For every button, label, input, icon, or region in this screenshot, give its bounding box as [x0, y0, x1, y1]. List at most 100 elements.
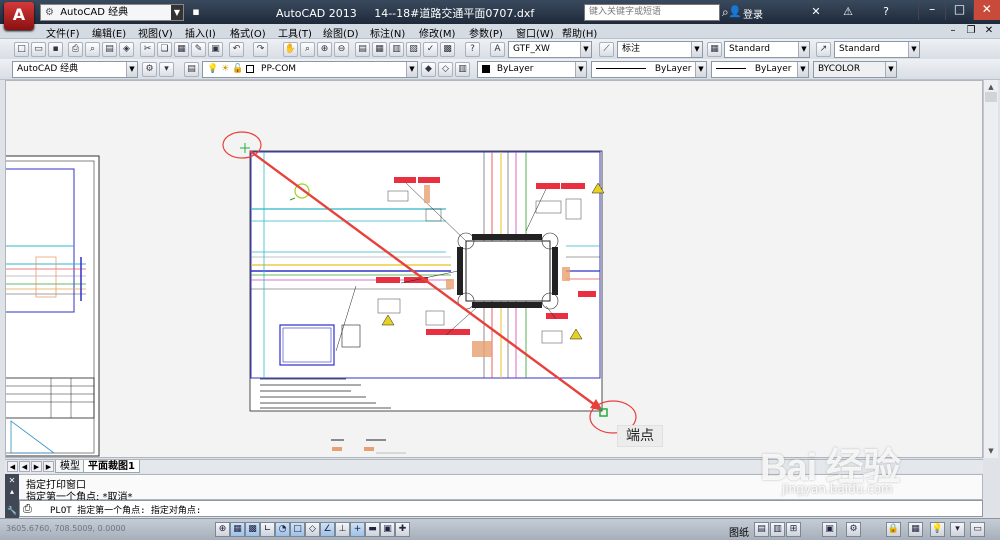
transparency-icon[interactable]: ▣: [380, 522, 395, 537]
zoom-previous-icon[interactable]: ⊖: [334, 42, 349, 57]
tab-model[interactable]: 模型: [55, 460, 85, 473]
layer-properties-icon[interactable]: ▤: [184, 62, 199, 77]
annotation-scale-icon[interactable]: ⊞: [786, 522, 801, 537]
zoom-window-icon[interactable]: ⊕: [317, 42, 332, 57]
menu-format[interactable]: 格式(O): [230, 25, 266, 40]
menu-edit[interactable]: 编辑(E): [92, 25, 126, 40]
command-line-input[interactable]: ⎙ PLOT 指定第一个角点: 指定对角点:: [19, 500, 983, 517]
open-icon[interactable]: ▭: [31, 42, 46, 57]
close-icon[interactable]: ✕: [5, 476, 19, 485]
menu-file[interactable]: 文件(F): [46, 25, 80, 40]
zoom-realtime-icon[interactable]: ⌕: [300, 42, 315, 57]
scroll-thumb[interactable]: [985, 92, 997, 102]
layer-dropdown[interactable]: 💡 ☀ 🔓 PP-COM ▼: [202, 61, 418, 78]
menu-insert[interactable]: 插入(I): [185, 25, 216, 40]
paste-icon[interactable]: ▦: [174, 42, 189, 57]
markup-icon[interactable]: ✓: [423, 42, 438, 57]
maximize-icon[interactable]: □: [945, 0, 972, 20]
new-icon[interactable]: □: [14, 42, 29, 57]
polar-tracking-icon[interactable]: ◔: [275, 522, 290, 537]
redo-icon[interactable]: ↷: [253, 42, 268, 57]
minimize-icon[interactable]: –: [918, 0, 945, 20]
lineweight-toggle-icon[interactable]: ▬: [365, 522, 380, 537]
autodesk-360-icon[interactable]: ⚠: [840, 5, 856, 19]
text-style-icon[interactable]: A: [490, 42, 505, 57]
3d-dwf-icon[interactable]: ◈: [119, 42, 134, 57]
menu-dimension[interactable]: 标注(N): [370, 25, 405, 40]
plot-icon[interactable]: ⎙: [68, 42, 83, 57]
ducs-icon[interactable]: ⊥: [335, 522, 350, 537]
search-input[interactable]: 键入关键字或短语: [584, 4, 720, 21]
first-tab-icon[interactable]: ◀: [7, 461, 18, 472]
snap-mode-icon[interactable]: ▦: [230, 522, 245, 537]
workspace-dropdown[interactable]: ⚙ AutoCAD 经典 ▼: [40, 4, 184, 21]
close-icon[interactable]: ✕: [972, 0, 1000, 20]
tool-palettes-icon[interactable]: ▥: [389, 42, 404, 57]
design-center-icon[interactable]: ▦: [372, 42, 387, 57]
publish-icon[interactable]: ▤: [102, 42, 117, 57]
quick-access-icon[interactable]: ▪: [188, 5, 204, 19]
quick-properties-icon[interactable]: ✚: [395, 522, 410, 537]
workspace-settings-icon[interactable]: ⚙: [142, 62, 157, 77]
copy-icon[interactable]: ❏: [157, 42, 172, 57]
sheet-set-icon[interactable]: ▧: [406, 42, 421, 57]
clean-screen-icon[interactable]: ▭: [970, 522, 985, 537]
status-menu-icon[interactable]: ▾: [950, 522, 965, 537]
login-button[interactable]: 登录: [743, 6, 763, 21]
multileader-style-icon[interactable]: ↗: [816, 42, 831, 57]
hardware-acceleration-icon[interactable]: ▦: [908, 522, 923, 537]
workspace-switching-icon[interactable]: ⚙: [846, 522, 861, 537]
grid-display-icon[interactable]: ▩: [245, 522, 260, 537]
table-style-icon[interactable]: ▦: [707, 42, 722, 57]
exchange-icon[interactable]: ✕: [808, 5, 824, 19]
next-tab-icon[interactable]: ▶: [31, 461, 42, 472]
workspace-toolbar-dropdown[interactable]: AutoCAD 经典 ▼: [12, 61, 138, 78]
tab-layout[interactable]: 平面裁图1: [83, 460, 140, 473]
vertical-scrollbar[interactable]: ▲ ▼: [983, 80, 998, 458]
menu-tools[interactable]: 工具(T): [278, 25, 312, 40]
menu-draw[interactable]: 绘图(D): [323, 25, 359, 40]
make-current-layer-icon[interactable]: ◆: [421, 62, 436, 77]
help-toolbar-icon[interactable]: ?: [465, 42, 480, 57]
scroll-down-icon[interactable]: ▼: [985, 445, 997, 457]
toolbar-lock-icon[interactable]: 🔒: [886, 522, 901, 537]
linetype-dropdown[interactable]: ByLayer ▼: [591, 61, 707, 78]
cut-icon[interactable]: ✂: [140, 42, 155, 57]
dyn-input-icon[interactable]: +: [350, 522, 365, 537]
multileader-style-dropdown[interactable]: Standard ▼: [834, 41, 920, 58]
plotstyle-dropdown[interactable]: BYCOLOR ▼: [813, 61, 897, 78]
quick-view-drawings-icon[interactable]: ▥: [770, 522, 785, 537]
infer-constraints-icon[interactable]: ⊕: [215, 522, 230, 537]
ortho-mode-icon[interactable]: ∟: [260, 522, 275, 537]
menu-view[interactable]: 视图(V): [138, 25, 173, 40]
help-icon[interactable]: ?: [878, 5, 894, 19]
quickcalc-icon[interactable]: ▩: [440, 42, 455, 57]
properties-icon[interactable]: ▤: [355, 42, 370, 57]
prev-tab-icon[interactable]: ◀: [19, 461, 30, 472]
color-dropdown[interactable]: ByLayer ▼: [477, 61, 587, 78]
save-icon[interactable]: ▪: [48, 42, 63, 57]
dim-style-dropdown[interactable]: 标注 ▼: [617, 41, 703, 58]
command-window-handle[interactable]: ✕ ▴ 🔧: [5, 474, 19, 518]
doc-minimize-icon[interactable]: –: [946, 25, 960, 37]
quick-view-layouts-icon[interactable]: ▤: [754, 522, 769, 537]
menu-modify[interactable]: 修改(M): [419, 25, 455, 40]
block-editor-icon[interactable]: ▣: [208, 42, 223, 57]
doc-close-icon[interactable]: ✕: [982, 25, 996, 37]
plot-preview-icon[interactable]: ⌕: [85, 42, 100, 57]
otrack-icon[interactable]: ∠: [320, 522, 335, 537]
drawing-canvas[interactable]: [5, 80, 983, 458]
3d-osnap-icon[interactable]: ◇: [305, 522, 320, 537]
dim-style-icon[interactable]: ⟋: [599, 42, 614, 57]
layer-states-icon[interactable]: ▥: [455, 62, 470, 77]
undo-icon[interactable]: ↶: [229, 42, 244, 57]
match-properties-icon[interactable]: ✎: [191, 42, 206, 57]
maximize-viewport-icon[interactable]: ▣: [822, 522, 837, 537]
paper-space-label[interactable]: 图纸: [729, 524, 749, 539]
object-snap-icon[interactable]: □: [290, 522, 305, 537]
lineweight-dropdown[interactable]: ByLayer ▼: [711, 61, 809, 78]
table-style-dropdown[interactable]: Standard ▼: [724, 41, 810, 58]
autocad-logo-button[interactable]: A: [4, 2, 34, 30]
layer-previous-icon[interactable]: ◇: [438, 62, 453, 77]
workspace-save-icon[interactable]: ▾: [159, 62, 174, 77]
